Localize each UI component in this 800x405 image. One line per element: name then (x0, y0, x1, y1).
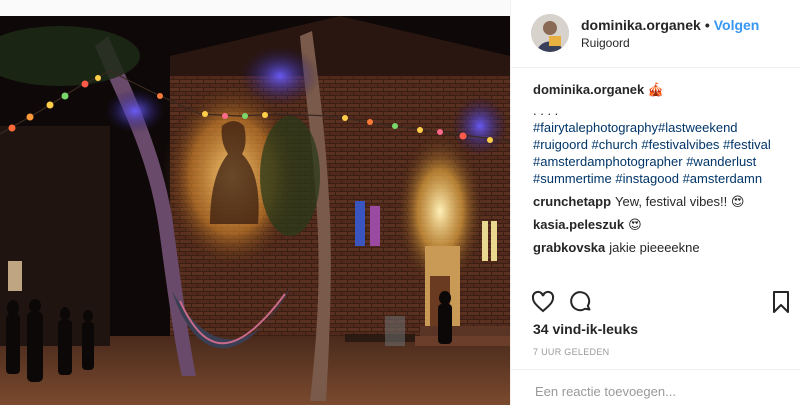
comment-item: kasia.peleszuk 😍 (533, 216, 795, 233)
comment-username[interactable]: kasia.peleszuk (533, 217, 624, 232)
top-bar (0, 0, 510, 16)
post-header: dominika.organek • Volgen Ruigoord (511, 0, 800, 68)
comment-input[interactable] (533, 380, 787, 402)
comment-text: Yew, festival vibes!! 😍 (615, 194, 745, 209)
comment-icon[interactable] (569, 290, 595, 316)
add-comment-bar (511, 369, 800, 405)
caption-emoji: 🎪 (647, 82, 665, 97)
caption-dots: . . . . (533, 103, 559, 118)
comment-username[interactable]: crunchetapp (533, 194, 611, 209)
separator-dot: • (704, 17, 710, 33)
action-bar (531, 290, 793, 316)
comment-text: jakie pieeeekne (609, 240, 700, 255)
header-username[interactable]: dominika.organek (581, 17, 701, 33)
post-side-panel: dominika.organek • Volgen Ruigoord dominik… (510, 0, 800, 405)
post-photo[interactable] (0, 16, 510, 405)
caption: dominika.organek 🎪 . . . . #fairytalephot… (533, 81, 795, 187)
comment-item: grabkovska jakie pieeeekne (533, 239, 795, 256)
location-link[interactable]: Ruigoord (581, 36, 630, 50)
comment-text: 😍 (628, 217, 642, 232)
heart-icon[interactable] (531, 290, 557, 316)
avatar-photo (531, 14, 569, 52)
likes-count[interactable]: 34 vind-ik-leuks (533, 321, 638, 337)
comment-username[interactable]: grabkovska (533, 240, 605, 255)
comment-item: crunchetapp Yew, festival vibes!! 😍 (533, 193, 795, 210)
follow-button[interactable]: Volgen (714, 17, 760, 33)
avatar[interactable] (531, 14, 569, 52)
festival-church-photo (0, 16, 510, 405)
caption-username[interactable]: dominika.organek (533, 82, 644, 97)
post-timestamp[interactable]: 7 UUR GELEDEN (533, 347, 609, 357)
caption-hashtags[interactable]: #fairytalephotography#lastweekend #ruigo… (533, 119, 795, 187)
header-username-row: dominika.organek • Volgen (581, 17, 759, 33)
caption-text: . . . . #fairytalephotography#lastweekend… (533, 102, 795, 187)
bookmark-icon[interactable] (769, 290, 795, 316)
comments-list: dominika.organek 🎪 . . . . #fairytalephot… (533, 81, 795, 256)
